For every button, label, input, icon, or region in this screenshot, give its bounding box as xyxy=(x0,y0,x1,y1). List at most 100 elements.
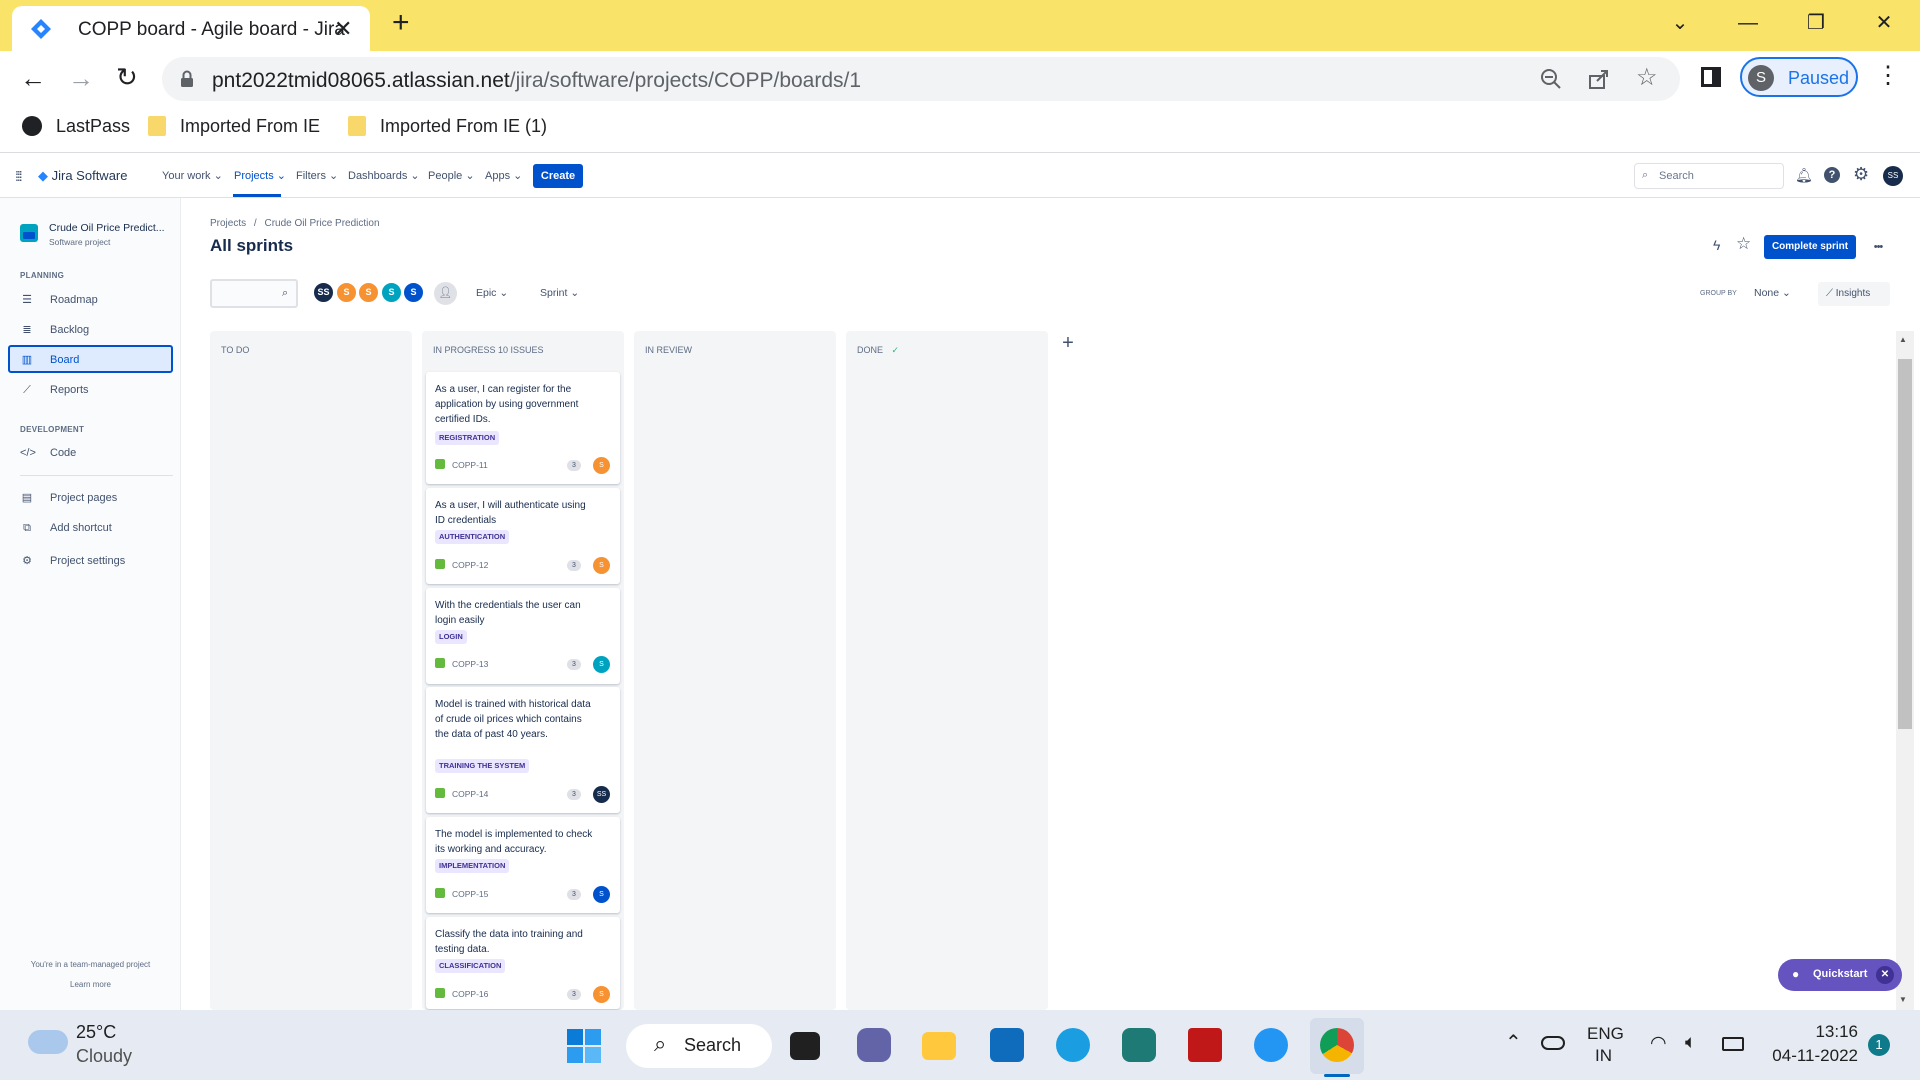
restore-icon[interactable]: ❐ xyxy=(1796,8,1836,38)
assignee-avatar[interactable]: S xyxy=(593,986,610,1003)
jira-logo[interactable]: ◆ Jira Software xyxy=(38,168,128,184)
issue-key[interactable]: COPP-13 xyxy=(435,658,488,669)
clock-time[interactable]: 13:16 xyxy=(1800,1022,1858,1042)
zoom-icon[interactable] xyxy=(1540,68,1562,90)
tab-search-chevron-icon[interactable]: ⌄ xyxy=(1660,8,1700,38)
nav-dashboards[interactable]: Dashboards ⌄ xyxy=(348,169,420,182)
profile-button[interactable]: S Paused xyxy=(1740,57,1858,97)
bookmark-folder-imported[interactable]: Imported From IE xyxy=(148,116,320,137)
issue-key[interactable]: COPP-14 xyxy=(435,788,488,799)
sidebar-item-project-settings[interactable]: ⚙ Project settings xyxy=(20,554,125,567)
get-help-icon[interactable] xyxy=(1254,1028,1288,1062)
language-eng[interactable]: ENG xyxy=(1587,1024,1624,1044)
app-icon[interactable] xyxy=(1122,1028,1156,1062)
wifi-icon[interactable]: ◠ xyxy=(1650,1032,1667,1055)
issue-key[interactable]: COPP-16 xyxy=(435,988,488,999)
weather-temp[interactable]: 25°C xyxy=(76,1022,116,1043)
avatar-filter-s1[interactable]: S xyxy=(335,281,358,304)
assignee-avatar[interactable]: SS xyxy=(593,786,610,803)
add-people-icon[interactable]: 👤︎ xyxy=(434,282,457,305)
nav-filters[interactable]: Filters ⌄ xyxy=(296,169,338,182)
issue-card[interactable]: Model is trained with historical data of… xyxy=(426,687,620,813)
avatar-filter-ss[interactable]: SS xyxy=(312,281,335,304)
create-button[interactable]: Create xyxy=(533,164,583,188)
sidebar-item-backlog[interactable]: ≣ Backlog xyxy=(20,323,89,336)
back-icon[interactable]: ← xyxy=(20,63,46,94)
bookmark-folder-imported-1[interactable]: Imported From IE (1) xyxy=(348,116,547,137)
notification-badge[interactable]: 1 xyxy=(1868,1034,1890,1056)
browser-tab-active[interactable]: COPP board - Agile board - Jira ✕ xyxy=(12,6,370,51)
assignee-avatar[interactable]: S xyxy=(593,656,610,673)
lightning-icon[interactable]: ϟ xyxy=(1713,237,1720,253)
nav-apps[interactable]: Apps ⌄ xyxy=(485,169,522,182)
assignee-avatar[interactable]: S xyxy=(593,457,610,474)
minimize-icon[interactable]: — xyxy=(1728,8,1768,38)
scroll-up-icon[interactable]: ▲ xyxy=(1899,335,1907,344)
assignee-avatar[interactable]: S xyxy=(593,886,610,903)
avatar-filter-s3[interactable]: S xyxy=(380,281,403,304)
nav-your-work[interactable]: Your work ⌄ xyxy=(162,169,223,182)
add-column-icon[interactable]: + xyxy=(1057,331,1079,355)
close-window-icon[interactable]: ✕ xyxy=(1864,8,1904,38)
board-search-input[interactable]: ⌕ xyxy=(210,279,298,308)
avatar-filter-s2[interactable]: S xyxy=(357,281,380,304)
vertical-scrollbar[interactable]: ▲ ▼ xyxy=(1896,331,1914,1010)
share-icon[interactable] xyxy=(1588,68,1610,90)
sidebar-item-roadmap[interactable]: ☰ Roadmap xyxy=(20,293,98,306)
onedrive-icon[interactable] xyxy=(1541,1036,1565,1050)
star-icon[interactable]: ☆ xyxy=(1736,234,1751,254)
group-by-dropdown[interactable]: None ⌄ xyxy=(1746,282,1808,306)
reload-icon[interactable]: ↻ xyxy=(116,62,138,93)
tab-close-icon[interactable]: ✕ xyxy=(334,16,352,42)
issue-card[interactable]: The model is implemented to check its wo… xyxy=(426,817,620,913)
scroll-down-icon[interactable]: ▼ xyxy=(1899,995,1907,1004)
sidebar-item-add-shortcut[interactable]: ⧉ Add shortcut xyxy=(20,522,112,535)
breadcrumb-project[interactable]: Crude Oil Price Prediction xyxy=(264,218,379,229)
show-hidden-icons-icon[interactable]: ⌃ xyxy=(1505,1030,1522,1055)
windows-start-icon[interactable] xyxy=(566,1028,602,1064)
issue-key[interactable]: COPP-15 xyxy=(435,888,488,899)
chrome-menu-icon[interactable]: ⋮ xyxy=(1876,61,1900,90)
edge-browser-icon[interactable] xyxy=(1056,1028,1090,1062)
language-in[interactable]: IN xyxy=(1595,1046,1612,1066)
sidebar-item-code[interactable]: </> Code xyxy=(20,447,76,459)
issue-card[interactable]: Classify the data into training and test… xyxy=(426,917,620,1009)
issue-key[interactable]: COPP-11 xyxy=(435,459,488,470)
avatar-filter-s4[interactable]: S xyxy=(402,281,425,304)
issue-key[interactable]: COPP-12 xyxy=(435,559,488,570)
notifications-icon[interactable]: 🔔︎ xyxy=(1795,167,1813,184)
volume-icon[interactable]: 🔈︎ xyxy=(1685,1032,1696,1054)
sidebar-item-project-pages[interactable]: ▤ Project pages xyxy=(20,491,117,504)
issue-card[interactable]: As a user, I will authenticate using ID … xyxy=(426,488,620,584)
taskbar-search-box[interactable]: ⌕ Search xyxy=(626,1024,772,1068)
issue-card[interactable]: With the credentials the user can login … xyxy=(426,588,620,684)
scrollbar-thumb[interactable] xyxy=(1898,359,1912,729)
clock-date[interactable]: 04-11-2022 xyxy=(1766,1046,1858,1066)
issue-card[interactable]: As a user, I can register for the applic… xyxy=(426,372,620,484)
help-icon[interactable]: ? xyxy=(1824,167,1840,183)
weather-desc[interactable]: Cloudy xyxy=(76,1046,132,1067)
app-switcher-icon[interactable]: ⁞⁞⁞ xyxy=(15,168,23,184)
teams-chat-icon[interactable] xyxy=(857,1028,891,1062)
battery-icon[interactable] xyxy=(1722,1037,1744,1051)
address-bar[interactable]: pnt2022tmid08065.atlassian.net/jira/soft… xyxy=(162,57,1680,101)
quickstart-close-icon[interactable]: ✕ xyxy=(1876,966,1894,984)
nav-projects[interactable]: Projects ⌄ xyxy=(234,169,286,182)
complete-sprint-button[interactable]: Complete sprint xyxy=(1764,235,1856,259)
jira-search-input[interactable]: ⌕ Search xyxy=(1634,163,1784,189)
account-avatar[interactable]: SS xyxy=(1883,166,1903,186)
assignee-avatar[interactable]: S xyxy=(593,557,610,574)
sprint-filter-dropdown[interactable]: Sprint ⌄ xyxy=(540,287,579,299)
chrome-icon[interactable] xyxy=(1320,1028,1354,1062)
breadcrumb-projects[interactable]: Projects xyxy=(210,218,246,229)
forward-icon[interactable]: → xyxy=(68,63,94,94)
side-panel-icon[interactable] xyxy=(1701,67,1721,87)
new-tab-icon[interactable]: + xyxy=(392,8,410,38)
bookmark-star-icon[interactable]: ☆ xyxy=(1636,63,1658,92)
epic-filter-dropdown[interactable]: Epic ⌄ xyxy=(476,287,508,299)
file-explorer-icon[interactable] xyxy=(922,1032,956,1060)
sidebar-item-board[interactable]: ▥ Board xyxy=(20,353,80,366)
nav-people[interactable]: People ⌄ xyxy=(428,169,475,182)
more-actions-icon[interactable]: ••• xyxy=(1866,235,1890,259)
cloudy-weather-icon[interactable] xyxy=(28,1030,68,1054)
